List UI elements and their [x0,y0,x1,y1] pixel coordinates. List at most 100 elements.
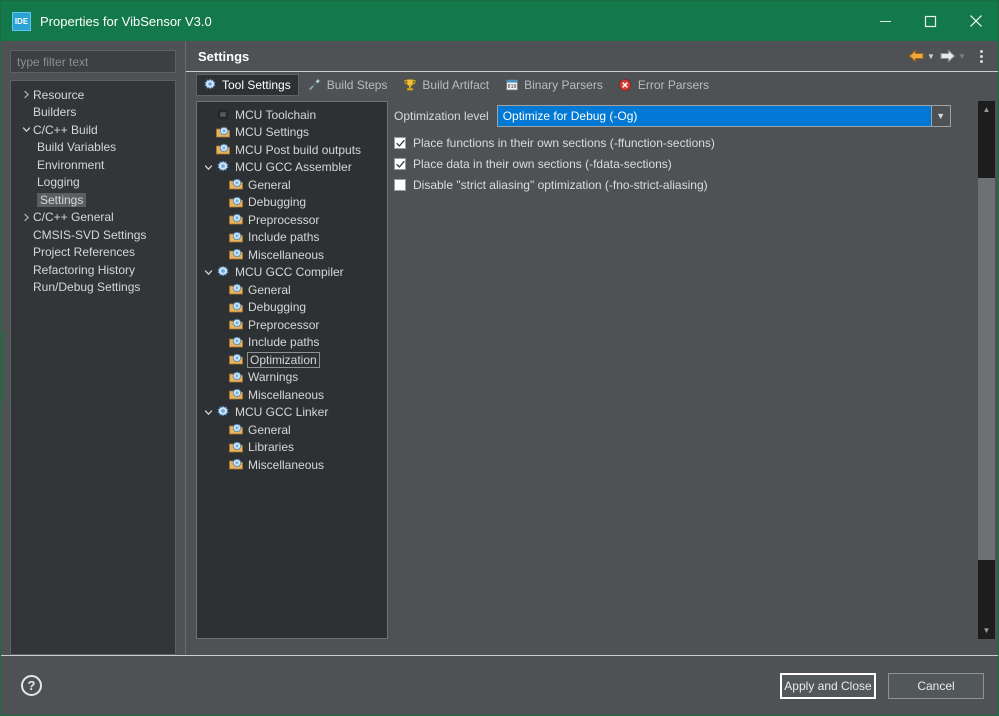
tool-tree-item-mcu-gcc-linker[interactable]: MCU GCC Linker [197,404,387,422]
tool-tree-item-label: MCU GCC Linker [235,405,329,420]
footer-buttons: Apply and Close Cancel [780,672,984,699]
sidebar-item-resource[interactable]: Resource [11,86,175,104]
tool-tree-item-mcu-post-build-outputs[interactable]: MCU Post build outputs [197,141,387,159]
sidebar-item-run-debug-settings[interactable]: Run/Debug Settings [11,279,175,297]
tree-toggle-icon[interactable] [202,408,215,417]
tool-tree-item-label: Miscellaneous [248,247,325,262]
checkbox-row[interactable]: Disable "strict aliasing" optimization (… [394,175,978,195]
checkbox-input[interactable] [394,158,406,170]
filter-input[interactable] [10,50,176,73]
tool-tree-item-warnings[interactable]: Warnings [197,369,387,387]
settings-page-tree[interactable]: Resource Builders C/C++ Build Build Variabl… [10,80,176,655]
tool-tree-item-mcu-gcc-assembler[interactable]: MCU GCC Assembler [197,159,387,177]
sidebar-item-build-variables[interactable]: Build Variables [11,139,175,157]
tool-tree-item-general[interactable]: General [197,176,387,194]
tab-error-parsers[interactable]: Error Parsers [613,74,716,96]
gear-icon [215,160,231,175]
tab-build-steps[interactable]: Build Steps [302,74,395,96]
tree-toggle-icon[interactable] [19,213,33,222]
sidebar-item-project-references[interactable]: Project References [11,244,175,262]
tab-label: Error Parsers [637,78,710,92]
tree-toggle-icon[interactable] [202,163,215,172]
sidebar-item-label: Builders [33,105,77,120]
cancel-button[interactable]: Cancel [888,672,984,699]
tool-tree-item-miscellaneous[interactable]: Miscellaneous [197,456,387,474]
help-label: ? [27,678,36,693]
sidebar-item-label: Resource [33,87,85,102]
tool-tree-item-label: Warnings [248,370,299,385]
sidebar-item-label: Build Variables [37,140,117,155]
sidebar-item-label: Run/Debug Settings [33,280,141,295]
optimization-level-select[interactable]: Optimize for Debug (-Og) ▼ [496,105,951,127]
sidebar-item-refactoring-history[interactable]: Refactoring History [11,261,175,279]
sidebar-item-label: Project References [33,245,136,260]
sidebar-item-label: C/C++ Build [33,122,98,137]
tool-tree-item-debugging[interactable]: Debugging [197,194,387,212]
tool-tree-item-general[interactable]: General [197,421,387,439]
tool-tree-item-mcu-toolchain[interactable]: MCU Toolchain [197,106,387,124]
folder-gear-icon [228,440,244,455]
tool-tree-item-label: General [248,282,291,297]
gear-icon [215,405,231,420]
back-button[interactable] [908,49,925,63]
scrollbar-thumb[interactable] [978,178,995,560]
settings-panel: Settings ▼ ▼ Tool Settings Build Steps B… [185,41,998,655]
tool-tree[interactable]: MCU Toolchain MCU Settings MCU Post build … [196,101,388,639]
tool-tree-item-include-paths[interactable]: Include paths [197,229,387,247]
kebab-menu-icon[interactable] [972,49,990,63]
tool-tree-item-optimization[interactable]: Optimization [197,351,387,369]
sidebar-item-logging[interactable]: Logging [11,174,175,192]
tab-tool-settings[interactable]: Tool Settings [196,74,299,96]
tab-bar: Tool Settings Build Steps Build Artifact 01… [186,72,998,98]
checkbox-row[interactable]: Place data in their own sections (-fdata… [394,154,978,174]
chevron-down-icon[interactable]: ▼ [930,106,950,126]
tool-tree-item-general[interactable]: General [197,281,387,299]
sidebar-item-settings[interactable]: Settings [11,191,175,209]
tab-binary-parsers[interactable]: 010 Binary Parsers [499,74,610,96]
window-edge-marker [1,331,5,401]
tool-tree-item-mcu-settings[interactable]: MCU Settings [197,124,387,142]
tree-toggle-icon[interactable] [19,90,33,99]
sidebar-item-c-c-build[interactable]: C/C++ Build [11,121,175,139]
chip-icon [215,107,231,122]
tool-tree-item-label: Optimization [247,351,320,368]
maximize-icon[interactable] [908,1,953,41]
tool-tree-item-libraries[interactable]: Libraries [197,439,387,457]
back-history-dropdown-icon[interactable]: ▼ [925,52,937,61]
checkbox-row[interactable]: Place functions in their own sections (-… [394,133,978,153]
tool-tree-item-preprocessor[interactable]: Preprocessor [197,211,387,229]
minimize-icon[interactable] [863,1,908,41]
back-arrow-icon [908,49,924,63]
left-nav-panel: Resource Builders C/C++ Build Build Variabl… [1,41,185,655]
forward-button[interactable] [939,49,956,63]
sidebar-item-builders[interactable]: Builders [11,104,175,122]
sidebar-item-environment[interactable]: Environment [11,156,175,174]
scroll-up-icon[interactable]: ▲ [978,101,995,118]
content-vertical-scrollbar[interactable]: ▲ ▼ [978,101,995,639]
tool-tree-item-miscellaneous[interactable]: Miscellaneous [197,386,387,404]
tool-tree-item-debugging[interactable]: Debugging [197,299,387,317]
tool-tree-item-miscellaneous[interactable]: Miscellaneous [197,246,387,264]
checkbox-input[interactable] [394,137,406,149]
forward-history-dropdown-icon[interactable]: ▼ [956,52,968,61]
tool-tree-item-include-paths[interactable]: Include paths [197,334,387,352]
properties-dialog: IDE Properties for VibSensor V3.0 Resour… [0,0,999,716]
tool-tree-item-label: Include paths [248,230,320,245]
apply-and-close-button[interactable]: Apply and Close [780,672,876,699]
checkbox-input[interactable] [394,179,406,191]
tab-build-artifact[interactable]: Build Artifact [397,74,496,96]
tree-toggle-icon[interactable] [202,268,215,277]
help-icon[interactable]: ? [21,675,42,696]
sidebar-item-c-c-general[interactable]: C/C++ General [11,209,175,227]
scrollbar-track[interactable] [978,118,995,622]
tool-tree-item-preprocessor[interactable]: Preprocessor [197,316,387,334]
optimization-level-row: Optimization level Optimize for Debug (-… [394,104,978,128]
scroll-down-icon[interactable]: ▼ [978,622,995,639]
close-icon[interactable] [953,1,998,41]
settings-content: MCU Toolchain MCU Settings MCU Post build … [186,98,998,655]
tool-tree-item-label: MCU Settings [235,125,310,140]
tool-tree-item-label: Miscellaneous [248,457,325,472]
tool-tree-item-mcu-gcc-compiler[interactable]: MCU GCC Compiler [197,264,387,282]
sidebar-item-cmsis-svd-settings[interactable]: CMSIS-SVD Settings [11,226,175,244]
tree-toggle-icon[interactable] [19,125,33,134]
